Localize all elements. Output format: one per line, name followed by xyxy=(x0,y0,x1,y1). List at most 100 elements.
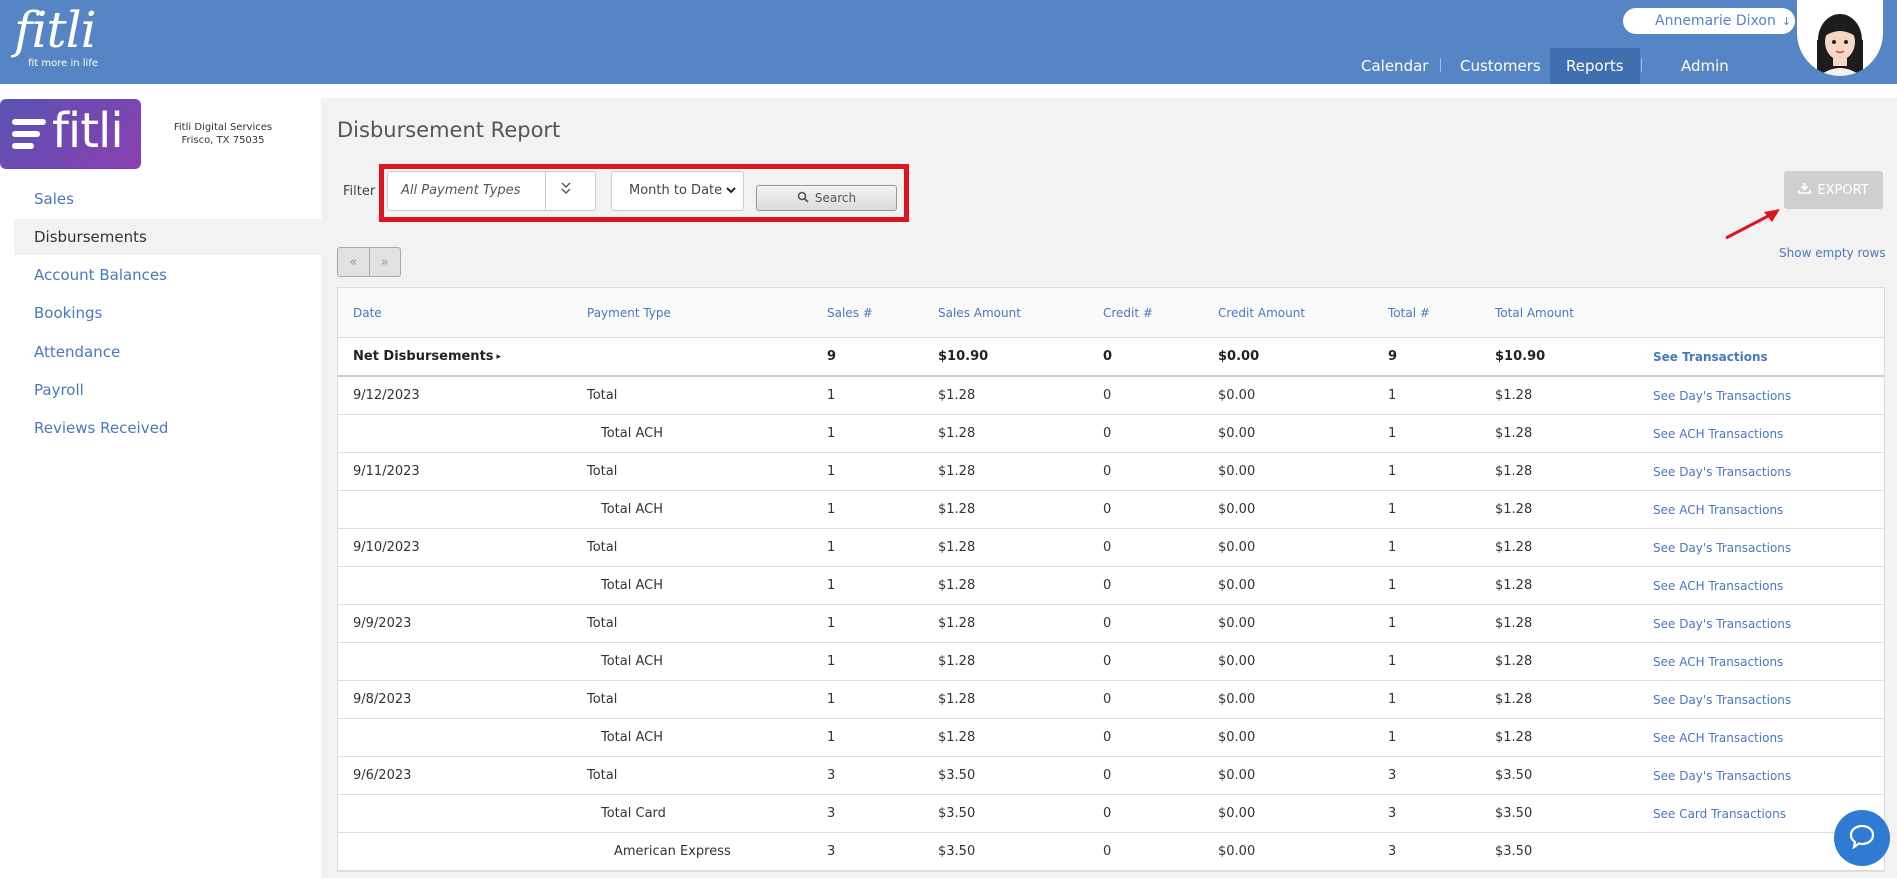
row-credit-amount: $0.00 xyxy=(1218,540,1256,555)
row-sales-amount: $3.50 xyxy=(938,806,976,821)
row-credit-amount: $0.00 xyxy=(1218,844,1256,859)
see-transactions-link[interactable]: See Transactions xyxy=(1653,338,1768,375)
sidebar-item-bookings[interactable]: Bookings xyxy=(14,295,321,331)
user-menu[interactable]: Annemarie Dixon ↓ xyxy=(1623,8,1795,34)
business-logo: fitli xyxy=(0,99,141,169)
column-header[interactable]: Sales Amount xyxy=(938,288,1021,337)
row-transactions-link[interactable]: See Day's Transactions xyxy=(1653,529,1791,566)
row-credit-count: 0 xyxy=(1103,768,1112,783)
row-credit-count: 0 xyxy=(1103,426,1112,441)
row-credit-amount: $0.00 xyxy=(1218,730,1256,745)
sidebar: fitli Fitli Digital Services Frisco, TX … xyxy=(0,84,321,878)
business-name: Fitli Digital Services xyxy=(173,122,273,133)
sidebar-item-disbursements[interactable]: Disbursements xyxy=(14,219,321,255)
sidebar-item-payroll[interactable]: Payroll xyxy=(14,372,321,408)
row-sales-count: 3 xyxy=(827,806,836,821)
row-credit-amount: $0.00 xyxy=(1218,464,1256,479)
row-total-count: 1 xyxy=(1388,464,1397,479)
row-total-count: 1 xyxy=(1388,388,1397,403)
export-label: EXPORT xyxy=(1817,182,1869,198)
table-row: American Express 3 $3.50 0 $0.00 3 $3.50 xyxy=(338,833,1884,871)
column-header[interactable]: Sales # xyxy=(827,288,873,337)
row-transactions-link[interactable]: See ACH Transactions xyxy=(1653,719,1783,756)
row-transactions-link[interactable]: See ACH Transactions xyxy=(1653,643,1783,680)
logo-tagline: fit more in life xyxy=(28,58,99,69)
avatar[interactable] xyxy=(1797,0,1883,76)
table-body: 9/12/2023 Total 1 $1.28 0 $0.00 1 $1.28 See Day'… xyxy=(338,377,1884,871)
payment-type-select[interactable]: All Payment Types xyxy=(387,171,596,211)
row-transactions-link[interactable]: See ACH Transactions xyxy=(1653,491,1783,528)
row-credit-amount: $0.00 xyxy=(1218,806,1256,821)
app-logo[interactable]: fitli fit more in life xyxy=(14,4,98,69)
nav-admin[interactable]: Admin xyxy=(1665,48,1745,84)
period-select[interactable]: Month to Date xyxy=(611,171,744,211)
search-icon xyxy=(797,191,809,206)
column-header[interactable]: Date xyxy=(353,288,382,337)
row-sales-count: 1 xyxy=(827,464,836,479)
top-navbar: fitli fit more in life Annemarie Dixon ↓… xyxy=(0,0,1897,84)
row-transactions-link[interactable]: See Day's Transactions xyxy=(1653,377,1791,414)
row-total-amount: $1.28 xyxy=(1495,502,1533,517)
row-transactions-link[interactable]: See Day's Transactions xyxy=(1653,757,1791,794)
sidebar-item-reviews-received[interactable]: Reviews Received xyxy=(14,410,321,446)
row-payment-type: Total Card xyxy=(601,806,666,821)
column-header[interactable]: Credit Amount xyxy=(1218,288,1305,337)
table-row: 9/6/2023 Total 3 $3.50 0 $0.00 3 $3.50 See Day's… xyxy=(338,757,1884,795)
row-total-amount: $3.50 xyxy=(1495,768,1533,783)
column-header[interactable]: Total Amount xyxy=(1495,288,1574,337)
row-transactions-link[interactable]: See ACH Transactions xyxy=(1653,415,1783,452)
column-header[interactable]: Total # xyxy=(1388,288,1430,337)
row-payment-type: Total ACH xyxy=(601,654,664,669)
row-payment-type: Total xyxy=(587,768,618,783)
row-date: 9/9/2023 xyxy=(353,616,412,631)
export-button[interactable]: EXPORT xyxy=(1784,171,1883,209)
row-total-count: 1 xyxy=(1388,540,1397,555)
nav-calendar[interactable]: Calendar xyxy=(1345,48,1444,84)
row-credit-amount: $0.00 xyxy=(1218,654,1256,669)
column-header[interactable]: Payment Type xyxy=(587,288,671,337)
row-transactions-link[interactable]: See Day's Transactions xyxy=(1653,453,1791,490)
sidebar-item-attendance[interactable]: Attendance xyxy=(14,334,321,370)
row-sales-amount: $1.28 xyxy=(938,616,976,631)
row-total-amount: $1.28 xyxy=(1495,692,1533,707)
column-header[interactable]: Credit # xyxy=(1103,288,1153,337)
row-sales-count: 1 xyxy=(827,578,836,593)
row-payment-type: Total ACH xyxy=(601,426,664,441)
row-total-amount: $1.28 xyxy=(1495,464,1533,479)
row-transactions-link[interactable]: See Day's Transactions xyxy=(1653,605,1791,642)
table-row: Total Card 3 $3.50 0 $0.00 3 $3.50 See Card Tra… xyxy=(338,795,1884,833)
show-empty-rows-link[interactable]: Show empty rows xyxy=(1779,246,1886,260)
chat-button[interactable] xyxy=(1834,810,1890,866)
row-sales-count: 1 xyxy=(827,730,836,745)
sidebar-item-account-balances[interactable]: Account Balances xyxy=(14,257,321,293)
row-credit-count: 0 xyxy=(1103,502,1112,517)
row-sales-amount: $1.28 xyxy=(938,692,976,707)
net-total-amount: $10.90 xyxy=(1495,349,1546,364)
download-icon xyxy=(1798,182,1812,198)
pager-prev-button[interactable]: « xyxy=(338,248,370,276)
net-sales-count: 9 xyxy=(827,349,837,364)
table-header-row: Date Payment Type Sales # Sales Amount C… xyxy=(338,288,1884,338)
chevron-down-icon: ↓ xyxy=(1781,14,1792,28)
row-credit-count: 0 xyxy=(1103,388,1112,403)
net-credit-amount: $0.00 xyxy=(1218,349,1260,364)
row-total-count: 1 xyxy=(1388,616,1397,631)
row-transactions-link[interactable]: See ACH Transactions xyxy=(1653,567,1783,604)
sidebar-item-sales[interactable]: Sales xyxy=(14,181,321,217)
nav-reports[interactable]: Reports xyxy=(1550,48,1640,84)
business-address: Fitli Digital Services Frisco, TX 75035 xyxy=(168,121,278,147)
nav-separator xyxy=(1641,58,1642,72)
table-row: 9/12/2023 Total 1 $1.28 0 $0.00 1 $1.28 See Day'… xyxy=(338,377,1884,415)
pager-next-button[interactable]: » xyxy=(370,248,401,276)
row-total-count: 1 xyxy=(1388,692,1397,707)
net-label[interactable]: Net Disbursements ▸ xyxy=(353,338,501,375)
nav-customers[interactable]: Customers xyxy=(1444,48,1557,84)
row-transactions-link[interactable]: See Card Transactions xyxy=(1653,795,1786,832)
brand-word: fitli xyxy=(52,103,124,159)
search-button[interactable]: Search xyxy=(756,185,897,211)
table-row: 9/10/2023 Total 1 $1.28 0 $0.00 1 $1.28 See Day'… xyxy=(338,529,1884,567)
double-chevron-down-icon[interactable] xyxy=(560,180,572,200)
row-transactions-link[interactable]: See Day's Transactions xyxy=(1653,681,1791,718)
row-payment-type: Total xyxy=(587,540,618,555)
business-location: Frisco, TX 75035 xyxy=(181,135,265,146)
